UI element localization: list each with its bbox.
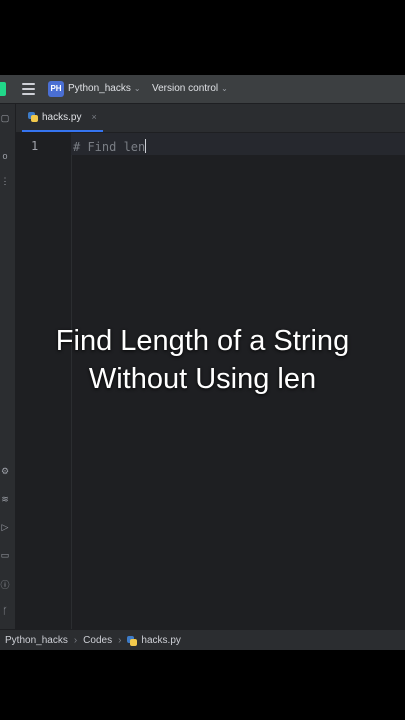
chevron-down-icon: ⌄ (221, 84, 228, 93)
caption-line-1: Find Length of a String (55, 325, 350, 357)
layers-tool-icon[interactable]: ≋ (0, 494, 10, 505)
version-control-label: Version control (152, 83, 219, 94)
status-bar: Python_hacks › Codes › hacks.py (0, 629, 405, 650)
line-number: 1 (31, 139, 39, 153)
app-logo-icon[interactable] (0, 82, 6, 96)
code-text: # Find len (73, 140, 146, 154)
project-name: Python_hacks (68, 83, 131, 94)
tab-hacks-py[interactable]: hacks.py × (22, 104, 103, 132)
terminal-tool-icon[interactable]: ▭ (0, 550, 10, 561)
caption-line-2: Without Using len (88, 363, 317, 395)
python-file-icon (28, 112, 38, 122)
text-caret (145, 139, 147, 153)
breadcrumb-folder[interactable]: Codes (83, 635, 112, 646)
project-selector[interactable]: Python_hacks ⌄ (68, 83, 141, 94)
chevron-down-icon: ⌄ (133, 84, 141, 93)
chevron-right-icon: › (73, 635, 78, 646)
close-icon[interactable]: × (91, 112, 96, 122)
python-file-icon (127, 635, 138, 646)
problems-tool-icon[interactable]: ⓘ (0, 578, 10, 591)
commit-tool-icon[interactable]: o (0, 151, 10, 161)
run-tool-icon[interactable]: ▷ (0, 522, 10, 533)
tab-label: hacks.py (42, 111, 82, 123)
breadcrumb-project[interactable]: Python_hacks (5, 635, 68, 646)
main-menu-icon[interactable] (22, 83, 35, 95)
version-control-menu[interactable]: Version control ⌄ (152, 83, 228, 94)
video-caption: Find Length of a String Without Using le… (0, 322, 405, 398)
code-line[interactable]: # Find len (73, 139, 147, 154)
project-badge[interactable]: PH (48, 81, 64, 97)
more-tools-icon[interactable]: ⋮ (0, 176, 10, 187)
title-bar: PH Python_hacks ⌄ Version control ⌄ (0, 75, 405, 104)
plugins-tool-icon[interactable]: ⚙ (0, 466, 10, 477)
editor-tabs: hacks.py × (16, 104, 405, 133)
project-tool-icon[interactable]: ▢ (0, 113, 10, 124)
git-tool-icon[interactable]: ᚴ (0, 606, 10, 616)
chevron-right-icon: › (118, 635, 122, 646)
breadcrumb-file[interactable]: hacks.py (141, 635, 180, 646)
